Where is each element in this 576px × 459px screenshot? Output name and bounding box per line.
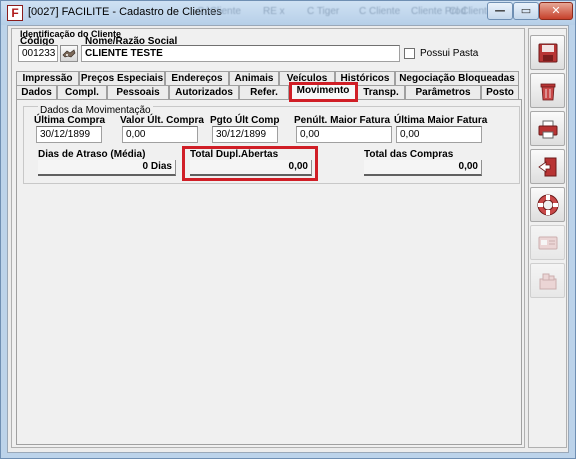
total-compras-field: 0,00 bbox=[364, 160, 482, 176]
tab-posto[interactable]: Posto bbox=[481, 85, 519, 99]
ultima-maior-fatura-label: Última Maior Fatura bbox=[394, 115, 488, 126]
possui-pasta-checkbox[interactable] bbox=[404, 48, 415, 59]
main-panel: Identificação do Cliente Código Nome/Raz… bbox=[11, 28, 525, 448]
total-dupl-abertas-label: Total Dupl.Abertas bbox=[190, 149, 279, 160]
title-bar[interactable]: F [0027] FACILITE - Cadastro de Clientes… bbox=[1, 1, 575, 25]
tab-precos-especiais[interactable]: Preços Especiais bbox=[79, 71, 165, 85]
tab-pessoais[interactable]: Pessoais bbox=[107, 85, 169, 99]
tab-transp[interactable]: Transp. bbox=[357, 85, 405, 99]
tab-impressao[interactable]: Impressão bbox=[16, 71, 79, 85]
app-logo-icon: F bbox=[7, 5, 23, 21]
penult-maior-fatura-field[interactable]: 0,00 bbox=[296, 126, 392, 143]
client-area: Identificação do Cliente Código Nome/Raz… bbox=[7, 25, 569, 453]
tab-parametros[interactable]: Parâmetros bbox=[405, 85, 481, 99]
tab-negociacao-bloqueadas[interactable]: Negociação Bloqueadas bbox=[395, 71, 519, 85]
minimize-button[interactable]: — bbox=[487, 2, 513, 20]
save-icon bbox=[538, 43, 557, 62]
background-tab-label: C:\Cliente bbox=[197, 6, 241, 17]
pgto-ult-comp-field[interactable]: 30/12/1899 bbox=[212, 126, 278, 143]
exit-button[interactable] bbox=[530, 149, 565, 184]
ultima-maior-fatura-field[interactable]: 0,00 bbox=[396, 126, 482, 143]
lifebuoy-icon bbox=[537, 194, 558, 215]
movimento-tab-panel: Dados da Movimentação Última Compra 30/1… bbox=[16, 99, 522, 445]
background-tab-label: C Cliente bbox=[359, 6, 401, 17]
movimentacao-group: Dados da Movimentação Última Compra 30/1… bbox=[23, 105, 520, 184]
name-field[interactable]: CLIENTE TESTE bbox=[81, 45, 400, 62]
dias-atraso-field: 0 Dias bbox=[38, 160, 176, 176]
valor-ult-compra-label: Valor Últ. Compra bbox=[120, 115, 204, 126]
code-field[interactable]: 001233 bbox=[18, 45, 58, 62]
handshake-icon bbox=[62, 49, 76, 58]
card-button[interactable] bbox=[530, 225, 565, 260]
ultima-compra-field[interactable]: 30/12/1899 bbox=[36, 126, 102, 143]
background-tab-label: C Tiger bbox=[307, 6, 340, 17]
background-tab-label: RE x bbox=[263, 6, 285, 17]
modules-button[interactable] bbox=[530, 263, 565, 298]
exit-icon bbox=[537, 157, 556, 176]
tab-refer[interactable]: Refer. bbox=[239, 85, 289, 99]
total-dupl-abertas-field: 0,00 bbox=[190, 160, 312, 176]
close-button[interactable]: ✕ bbox=[539, 2, 573, 20]
printer-icon bbox=[538, 120, 557, 138]
trash-icon bbox=[540, 83, 555, 100]
window-title: [0027] FACILITE - Cadastro de Clientes bbox=[28, 6, 222, 18]
search-client-button[interactable] bbox=[60, 45, 78, 62]
maximize-button[interactable]: ▭ bbox=[513, 2, 539, 20]
valor-ult-compra-field[interactable]: 0,00 bbox=[122, 126, 198, 143]
tab-movimento[interactable]: Movimento bbox=[289, 83, 357, 100]
tab-compl[interactable]: Compl. bbox=[57, 85, 107, 99]
total-compras-label: Total das Compras bbox=[364, 149, 454, 160]
application-window: F [0027] FACILITE - Cadastro de Clientes… bbox=[0, 0, 576, 459]
tab-animais[interactable]: Animais bbox=[229, 71, 279, 85]
card-icon bbox=[538, 236, 557, 249]
possui-pasta-label: Possui Pasta bbox=[420, 48, 479, 59]
tab-enderecos[interactable]: Endereços bbox=[165, 71, 229, 85]
tab-autorizados[interactable]: Autorizados bbox=[169, 85, 239, 99]
action-sidebar bbox=[528, 28, 567, 448]
penult-maior-fatura-label: Penúlt. Maior Fatura bbox=[294, 115, 391, 126]
ultima-compra-label: Última Compra bbox=[34, 115, 106, 126]
help-button[interactable] bbox=[530, 187, 565, 222]
tab-dados[interactable]: Dados bbox=[16, 85, 57, 99]
print-button[interactable] bbox=[530, 111, 565, 146]
dias-atraso-label: Dias de Atraso (Média) bbox=[38, 149, 146, 160]
save-button[interactable] bbox=[530, 35, 565, 70]
delete-button[interactable] bbox=[530, 73, 565, 108]
puzzle-icon bbox=[539, 273, 556, 289]
pgto-ult-comp-label: Pgto Últ Comp bbox=[210, 115, 280, 126]
